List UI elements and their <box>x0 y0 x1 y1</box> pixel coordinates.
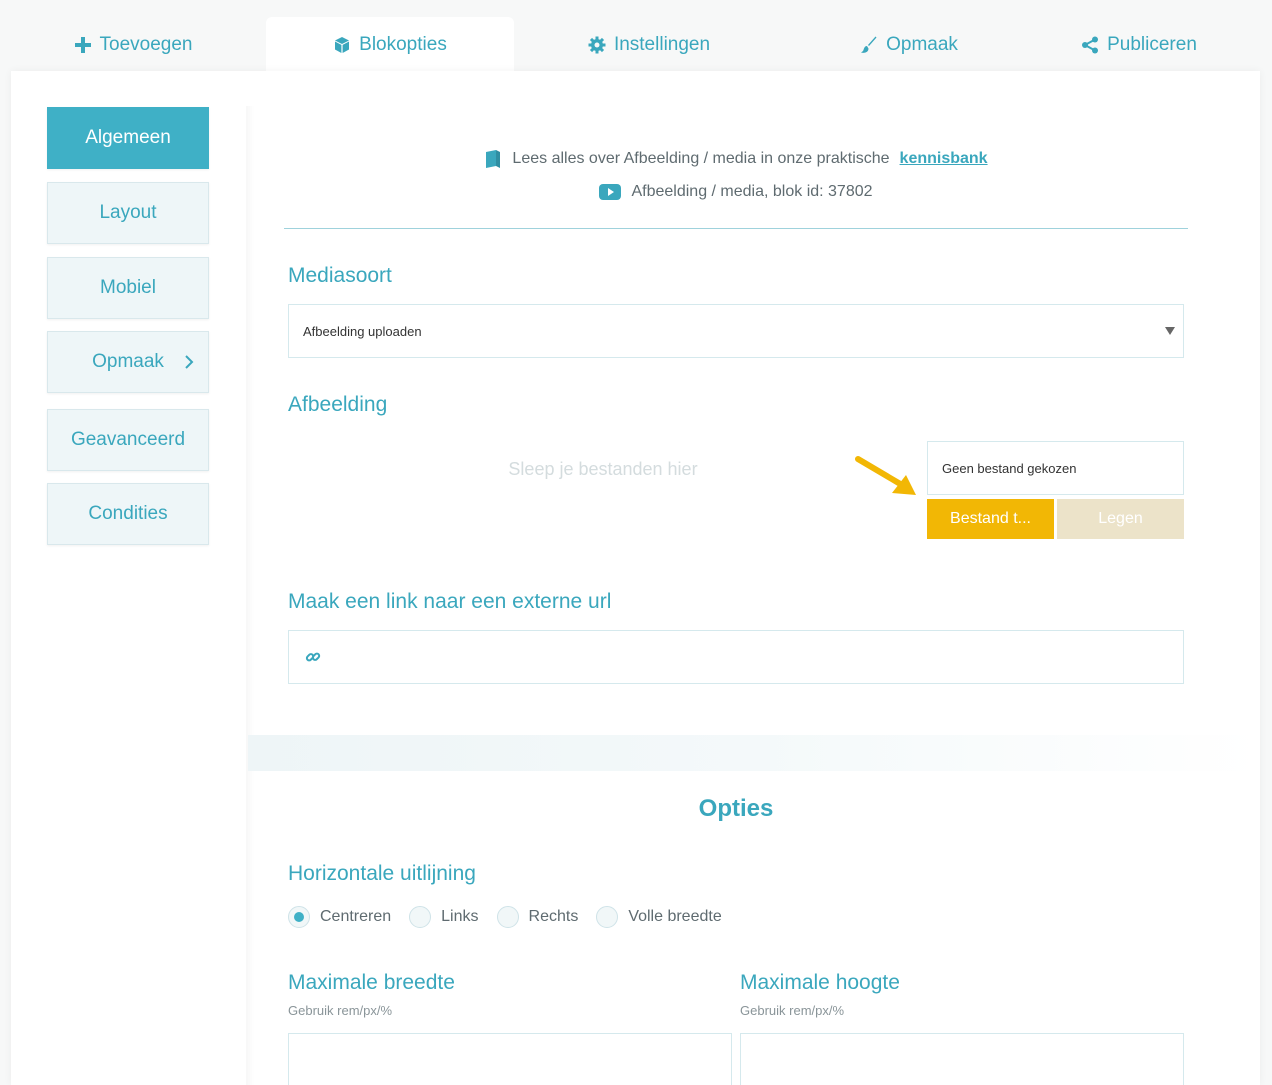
divider <box>284 228 1188 229</box>
sidebar-item-label: Opmaak <box>92 351 164 372</box>
knowledge-base-text: Lees alles over Afbeelding / media in on… <box>512 150 890 167</box>
radio-button[interactable] <box>496 906 519 928</box>
block-options-panel: Algemeen Layout Mobiel Opmaak Geavanceer… <box>11 71 1260 1085</box>
file-status-text: Geen bestand gekozen <box>942 460 1077 476</box>
radio-centreren[interactable]: Centreren <box>288 906 391 928</box>
file-status-field: Geen bestand gekozen <box>927 441 1184 495</box>
tab-label: Instellingen <box>613 33 711 55</box>
sidebar-item-algemeen[interactable]: Algemeen <box>47 107 209 169</box>
sidebar-item-opmaak[interactable]: Opmaak <box>47 331 209 393</box>
tab-opmaak[interactable]: Opmaak <box>784 17 1034 72</box>
alignment-label: Horizontale uitlijning <box>288 862 476 885</box>
link-icon <box>305 652 321 662</box>
chevron-right-icon <box>185 355 194 369</box>
tab-toevoegen[interactable]: Toevoegen <box>0 17 266 72</box>
pointer-arrow-icon <box>855 456 916 495</box>
max-height-hint: Gebruik rem/px/% <box>740 1003 845 1018</box>
radio-label: Centreren <box>320 908 392 925</box>
radio-links[interactable]: Links <box>409 906 479 928</box>
radio-label: Rechts <box>528 908 579 925</box>
brush-icon <box>861 36 877 53</box>
sidebar-item-condities[interactable]: Condities <box>47 483 209 545</box>
mediasoort-label: Mediasoort <box>288 264 392 287</box>
tab-label: Toevoegen <box>99 33 193 55</box>
dropzone-text: Sleep je bestanden hier <box>508 458 698 479</box>
sidebar-item-mobiel[interactable]: Mobiel <box>47 257 209 319</box>
file-dropzone[interactable]: Sleep je bestanden hier <box>288 441 918 497</box>
external-url-input[interactable] <box>288 630 1184 684</box>
book-icon <box>486 150 501 168</box>
opties-heading: Opties <box>698 795 774 822</box>
radio-button[interactable] <box>596 906 619 928</box>
radio-label: Volle breedte <box>628 908 722 925</box>
radio-button[interactable] <box>409 906 432 928</box>
tab-instellingen[interactable]: Instellingen <box>514 17 784 72</box>
radio-volle-breedte[interactable]: Volle breedte <box>596 906 722 928</box>
afbeelding-label: Afbeelding <box>288 393 388 416</box>
alignment-radio-group: Centreren Links Rechts Volle breedte <box>288 906 740 928</box>
tab-publiceren[interactable]: Publiceren <box>1034 17 1244 72</box>
choose-file-label: Bestand t... <box>950 510 1031 527</box>
choose-file-button[interactable]: Bestand t... <box>927 499 1054 539</box>
sidebar-item-label: Geavanceerd <box>70 429 186 450</box>
share-icon <box>1082 36 1099 53</box>
tab-label: Publiceren <box>1107 33 1197 55</box>
tab-label: Opmaak <box>886 33 958 55</box>
max-width-label: Maximale breedte <box>288 971 455 994</box>
caret-down-icon <box>1165 327 1175 335</box>
top-tab-bar: Toevoegen Blokopties Instellingen Opmaak… <box>0 0 1272 72</box>
sidebar-item-label: Algemeen <box>85 127 171 148</box>
block-id-line: Afbeelding / media, blok id: 37802 <box>248 183 1224 201</box>
mediasoort-selected-value: Afbeelding uploaden <box>303 323 422 339</box>
max-width-hint: Gebruik rem/px/% <box>288 1003 393 1018</box>
max-height-input[interactable] <box>740 1033 1184 1085</box>
clear-file-label: Legen <box>1098 510 1143 527</box>
sidebar-item-label: Layout <box>99 202 157 223</box>
sidebar-item-layout[interactable]: Layout <box>47 182 209 244</box>
plus-icon <box>74 36 91 53</box>
content-divider <box>246 106 254 1085</box>
radio-label: Links <box>441 908 479 925</box>
block-id-text: Afbeelding / media, blok id: 37802 <box>631 183 873 200</box>
sidebar-item-geavanceerd[interactable]: Geavanceerd <box>47 409 209 471</box>
mediasoort-select[interactable]: Afbeelding uploaden <box>288 304 1184 358</box>
cube-icon <box>335 36 350 53</box>
gear-icon <box>588 36 606 53</box>
max-width-input[interactable] <box>288 1033 732 1085</box>
kennisbank-link[interactable]: kennisbank <box>900 150 988 168</box>
tab-blokopties[interactable]: Blokopties <box>266 17 514 72</box>
sidebar-item-label: Mobiel <box>100 277 156 298</box>
knowledge-base-line: Lees alles over Afbeelding / media in on… <box>248 149 1224 169</box>
max-height-label: Maximale hoogte <box>740 971 900 994</box>
sidebar-item-label: Condities <box>88 503 168 524</box>
radio-button-checked[interactable] <box>288 906 310 928</box>
tab-label: Blokopties <box>359 33 447 55</box>
section-separator <box>248 735 1260 771</box>
external-link-label: Maak een link naar een externe url <box>288 590 612 613</box>
radio-rechts[interactable]: Rechts <box>496 906 579 928</box>
clear-file-button[interactable]: Legen <box>1057 499 1184 539</box>
video-icon <box>599 184 622 200</box>
